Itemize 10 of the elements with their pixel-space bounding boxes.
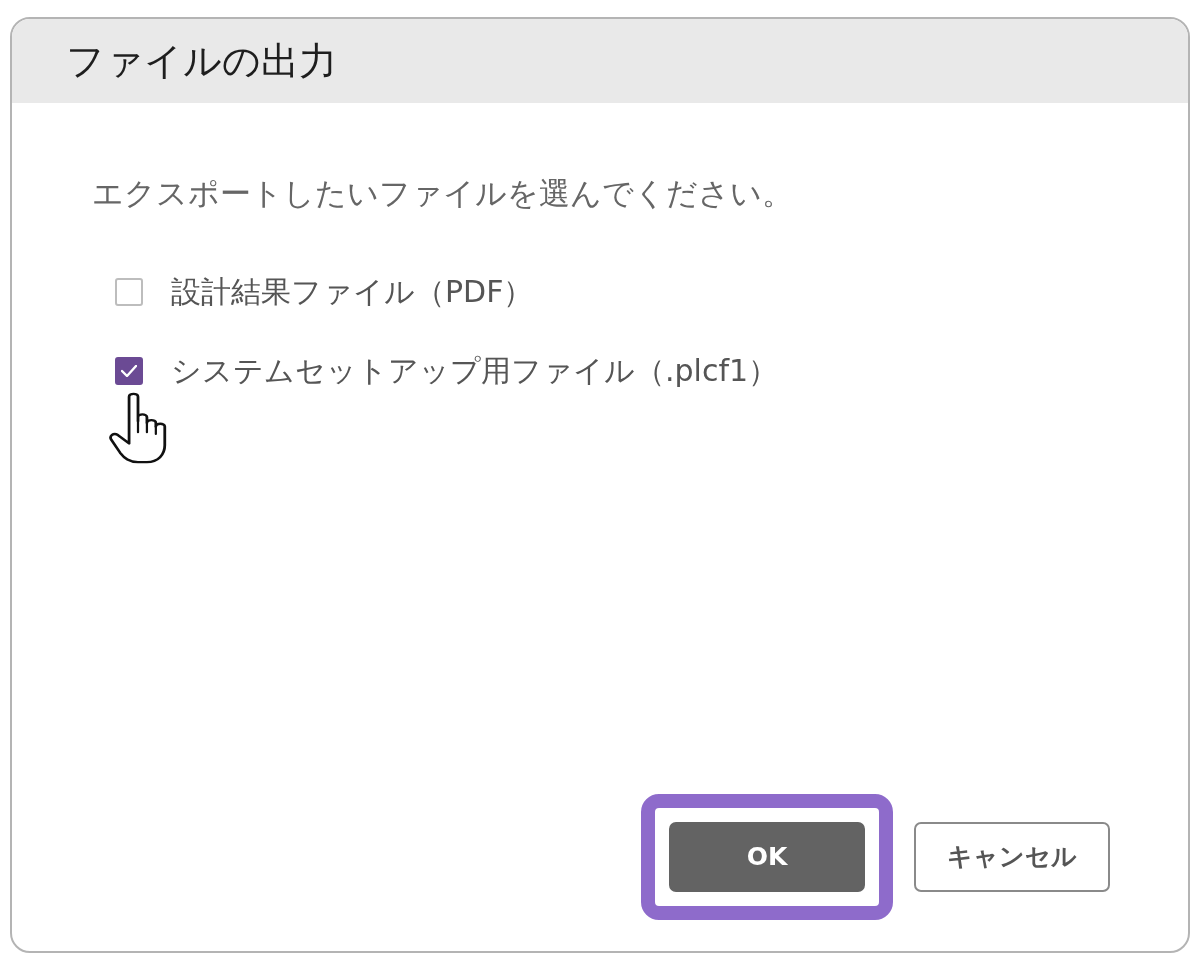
instruction-text: エクスポートしたいファイルを選んでください。	[92, 174, 794, 213]
cancel-button[interactable]: キャンセル	[914, 822, 1110, 892]
check-icon	[121, 365, 137, 377]
ok-button[interactable]: OK	[669, 822, 865, 892]
checkbox[interactable]	[115, 278, 143, 306]
checkbox-label[interactable]: システムセットアップ用ファイル（.plcf1）	[171, 354, 779, 388]
hand-cursor-icon	[109, 392, 167, 464]
dialog-title: ファイルの出力	[66, 37, 337, 85]
checkbox-label[interactable]: 設計結果ファイル（PDF）	[171, 275, 534, 309]
checkbox[interactable]	[115, 357, 143, 385]
